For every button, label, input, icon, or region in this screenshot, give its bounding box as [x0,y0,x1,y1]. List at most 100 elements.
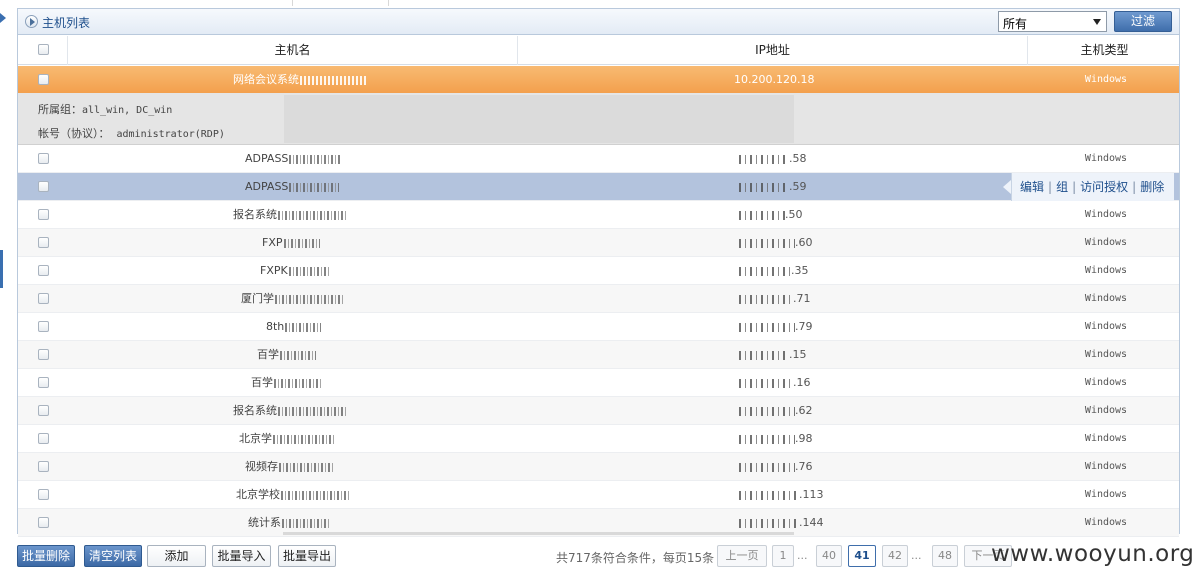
table-row[interactable]: FXPK .35 Windows [18,257,1179,285]
table-row[interactable]: ADPASS .59 编辑 | 组 | 访问授权 | 删除 [18,173,1179,201]
row-checkbox[interactable] [38,74,49,85]
table-row[interactable]: 报名系统 .62 Windows [18,397,1179,425]
host-ip: .16 [738,369,811,397]
row-checkbox[interactable] [38,321,49,332]
table-row[interactable]: 百学 .15 Windows [18,341,1179,369]
host-ip: .76 [738,453,813,481]
page-1[interactable]: 1 [772,545,794,567]
row-checkbox[interactable] [38,153,49,164]
delete-link[interactable]: 删除 [1140,180,1164,194]
redacted-text [288,266,331,276]
host-name-text: FXP [262,236,283,249]
table-row-selected[interactable]: 网络会议系统 10.200.120.18 Windows [18,66,1179,94]
row-checkbox[interactable] [38,349,49,360]
filter-button[interactable]: 过滤 [1114,11,1172,32]
table-header: 主机名 IP地址 主机类型 [18,36,1179,65]
redaction-block [284,95,794,143]
host-ip: .79 [738,313,813,341]
redacted-ip [739,238,795,248]
page-41-current[interactable]: 41 [848,545,876,567]
redacted-text [285,322,322,332]
host-name: FXPK [260,257,331,285]
page-40[interactable]: 40 [816,545,842,567]
table-row[interactable]: 百学 .16 Windows [18,369,1179,397]
host-name-text: 视频存 [245,460,278,473]
host-name: 北京学 [239,425,335,453]
edit-link[interactable]: 编辑 [1020,180,1044,194]
row-checkbox[interactable] [38,405,49,416]
row-checkbox[interactable] [38,265,49,276]
batch-import-button[interactable]: 批量导入 [212,545,271,567]
redacted-ip [739,490,799,500]
host-type-select[interactable]: 所有 [998,11,1107,32]
batch-delete-button[interactable]: 批量删除 [17,545,75,567]
row-checkbox[interactable] [38,377,49,388]
row-checkbox[interactable] [38,293,49,304]
host-type: Windows [1084,74,1128,85]
table-row[interactable]: 北京学 .98 Windows [18,425,1179,453]
redacted-text [278,210,348,220]
host-name: 百学 [251,369,322,397]
table-row[interactable]: 北京学校 .113 Windows [18,481,1179,509]
host-ip: .58 [738,145,807,173]
host-name: 百学 [257,341,316,369]
table-row[interactable]: FXP .60 Windows [18,229,1179,257]
redacted-ip [739,378,793,388]
row-checkbox[interactable] [38,181,49,192]
redacted-text [281,490,349,500]
table-row[interactable]: 厦门学 .71 Windows [18,285,1179,313]
column-ip[interactable]: IP地址 [518,36,1028,65]
row-checkbox[interactable] [38,433,49,444]
ip-tail: .50 [785,208,803,221]
collapse-arrow-icon[interactable] [0,13,6,23]
divider [292,0,293,6]
top-strip [0,0,1197,8]
row-checkbox[interactable] [38,461,49,472]
pager-ellipsis: ... [797,549,808,562]
redacted-ip [739,294,793,304]
host-name-text: 统计系 [248,516,281,529]
column-host-name[interactable]: 主机名 [68,36,518,65]
table-row[interactable]: 视频存 .76 Windows [18,453,1179,481]
host-name: 报名系统 [233,201,348,229]
panel-toggle-icon[interactable] [25,15,38,28]
group-line: 所属组：all_win, DC_win [38,101,172,117]
account-line: 帐号（协议）： administrator(RDP) [38,125,225,141]
table-row[interactable]: 8th .79 Windows [18,313,1179,341]
host-name: ADPASS [245,173,340,201]
host-type: Windows [1084,293,1128,304]
group-link[interactable]: 组 [1056,180,1068,194]
add-button[interactable]: 添加 [147,545,206,567]
prev-page-button[interactable]: 上一页 [717,545,767,567]
page-42[interactable]: 42 [882,545,908,567]
redacted-ip [739,462,795,472]
ip-tail: .15 [789,348,807,361]
host-type: Windows [1084,405,1128,416]
divider [388,0,389,6]
host-name: 网络会议系统 [233,66,366,94]
table-row[interactable]: 报名系统 .50 Windows [18,201,1179,229]
row-checkbox[interactable] [38,209,49,220]
host-name: 8th [266,313,322,341]
redacted-ip [739,266,791,276]
host-name: FXP [262,229,320,257]
redacted-ip [739,406,795,416]
host-ip: .62 [738,397,813,425]
clear-list-button[interactable]: 清空列表 [84,545,142,567]
select-value: 所有 [1003,17,1028,31]
table-row[interactable]: ADPASS .58 Windows [18,145,1179,173]
select-all-checkbox[interactable] [38,44,49,55]
redacted-text [289,182,340,192]
row-checkbox[interactable] [38,237,49,248]
access-auth-link[interactable]: 访问授权 [1080,180,1128,194]
row-checkbox[interactable] [38,489,49,500]
ip-tail: .76 [795,460,813,473]
batch-export-button[interactable]: 批量导出 [278,545,336,567]
column-host-type[interactable]: 主机类型 [1028,36,1181,65]
host-name: ADPASS [245,145,342,173]
row-checkbox[interactable] [38,517,49,528]
host-ip: .35 [738,257,809,285]
page-48[interactable]: 48 [932,545,958,567]
redacted-ip [739,350,789,360]
host-ip: .60 [738,229,813,257]
